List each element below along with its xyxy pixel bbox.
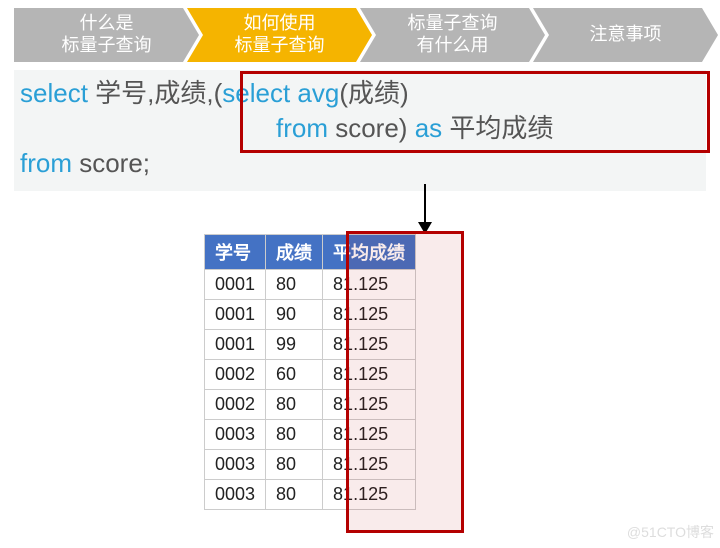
table-row: 00018081.125 <box>205 270 416 300</box>
result-table: 学号 成绩 平均成绩 00018081.125 00019081.125 000… <box>204 234 416 510</box>
table-row: 00038081.125 <box>205 480 416 510</box>
table-row: 00019981.125 <box>205 330 416 360</box>
nav-step-3: 标量子查询 有什么用 <box>360 8 545 62</box>
table-row: 00038081.125 <box>205 450 416 480</box>
sql-paren: ( <box>214 78 223 108</box>
nav-step-label: 标量子查询 <box>62 35 152 57</box>
sql-text: score; <box>72 148 150 178</box>
table-row: 00038081.125 <box>205 420 416 450</box>
table-row: 00028081.125 <box>205 390 416 420</box>
breadcrumb-nav: 什么是 标量子查询 如何使用 标量子查询 标量子查询 有什么用 注意事项 <box>14 8 706 62</box>
table-header-row: 学号 成绩 平均成绩 <box>205 235 416 270</box>
sql-text: (成绩) <box>339 78 408 108</box>
sql-keyword: as <box>415 113 442 143</box>
sql-text: 平均成绩 <box>442 113 553 143</box>
nav-step-label: 注意事项 <box>590 24 662 46</box>
sql-text: score) <box>328 113 415 143</box>
sql-keyword: select <box>20 78 88 108</box>
nav-step-2: 如何使用 标量子查询 <box>187 8 372 62</box>
table-body: 00018081.125 00019081.125 00019981.125 0… <box>205 270 416 510</box>
table-row: 00026081.125 <box>205 360 416 390</box>
col-header: 学号 <box>205 235 266 270</box>
sql-keyword: select avg <box>222 78 339 108</box>
nav-step-label: 标量子查询 <box>235 35 325 57</box>
nav-step-4: 注意事项 <box>533 8 718 62</box>
sql-keyword: from <box>20 148 72 178</box>
sql-text: 学号,成绩, <box>88 78 214 108</box>
table-row: 00019081.125 <box>205 300 416 330</box>
result-table-wrap: 学号 成绩 平均成绩 00018081.125 00019081.125 000… <box>204 234 416 510</box>
nav-step-label: 标量子查询 <box>408 13 498 35</box>
col-header: 平均成绩 <box>323 235 416 270</box>
arrow-down-icon <box>424 184 426 232</box>
nav-step-label: 什么是 <box>80 13 134 35</box>
watermark: @51CTO博客 <box>627 522 714 542</box>
nav-step-1: 什么是 标量子查询 <box>14 8 199 62</box>
sql-code-block: select 学号,成绩,(select avg(成绩) from score)… <box>14 70 706 191</box>
sql-keyword: from <box>276 113 328 143</box>
nav-step-label: 如何使用 <box>244 13 316 35</box>
col-header: 成绩 <box>266 235 323 270</box>
nav-step-label: 有什么用 <box>417 35 489 57</box>
